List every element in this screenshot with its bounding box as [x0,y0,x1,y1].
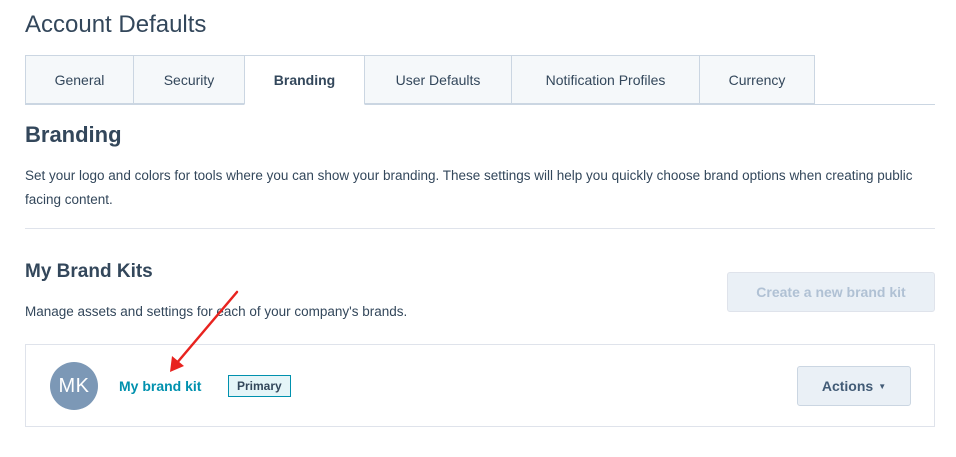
brand-kits-description: Manage assets and settings for each of y… [25,304,408,319]
branding-section-title: Branding [25,122,122,147]
tab-security[interactable]: Security [133,55,245,104]
page-title: Account Defaults [25,11,207,38]
caret-down-icon: ▼ [878,381,887,391]
tab-branding[interactable]: Branding [244,55,365,105]
tab-notification-profiles[interactable]: Notification Profiles [511,55,700,104]
settings-tabs: General Security Branding User Defaults … [25,55,935,105]
primary-badge: Primary [228,375,291,397]
brand-kits-title: My Brand Kits [25,261,153,282]
actions-dropdown-button[interactable]: Actions ▼ [797,366,911,406]
create-brand-kit-button[interactable]: Create a new brand kit [727,272,935,312]
tab-general[interactable]: General [25,55,134,104]
tab-currency[interactable]: Currency [699,55,815,104]
actions-label: Actions [821,378,874,394]
tab-user-defaults[interactable]: User Defaults [364,55,512,104]
avatar: MK [50,362,98,410]
section-divider [25,228,935,229]
branding-description: Set your logo and colors for tools where… [25,168,913,207]
brand-kit-row: MK My brand kit Primary Actions ▼ [25,344,935,427]
brand-kit-name-link[interactable]: My brand kit [119,376,201,396]
